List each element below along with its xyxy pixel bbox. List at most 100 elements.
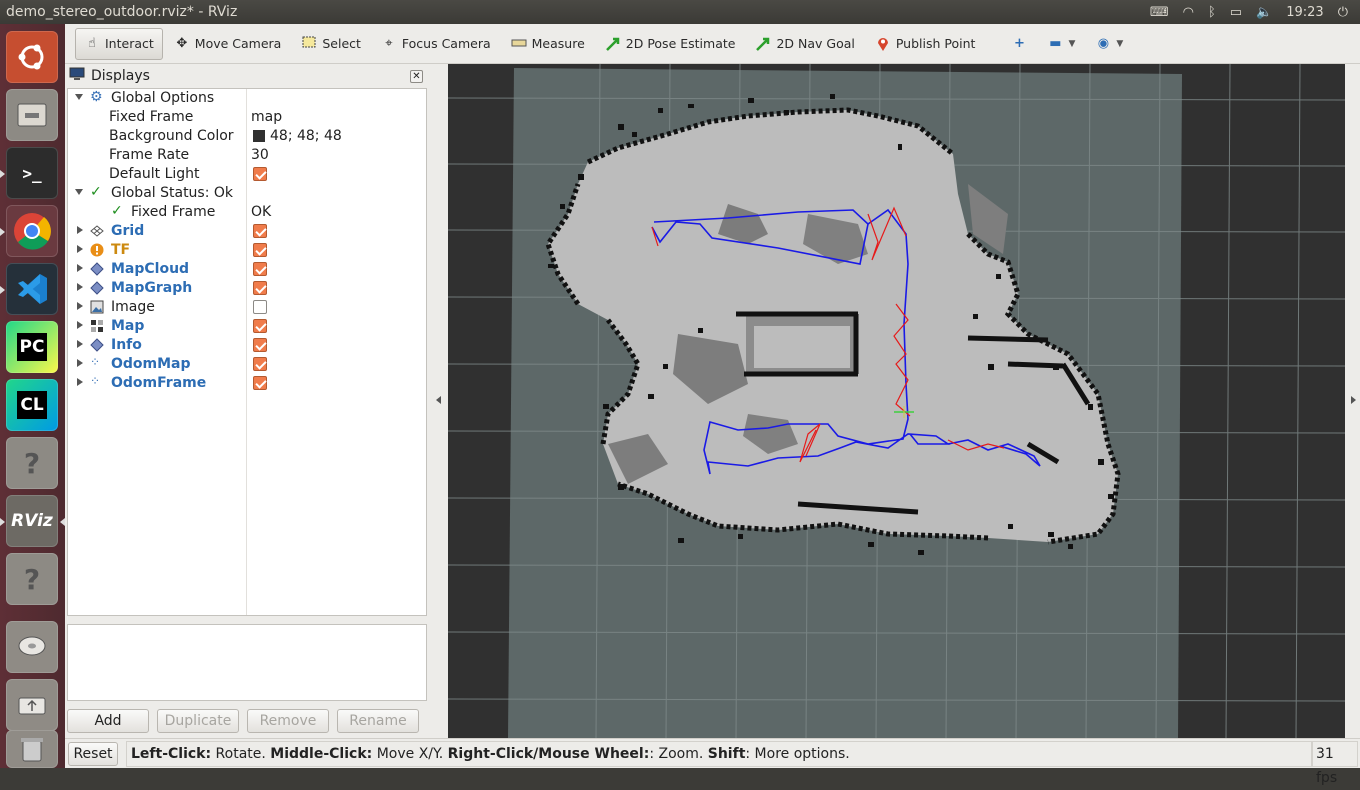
measure-tool[interactable]: Measure: [502, 28, 594, 60]
add-button[interactable]: Add: [67, 709, 149, 733]
volume-icon[interactable]: 🔈: [1256, 5, 1272, 20]
expand-arrow-icon[interactable]: [77, 245, 83, 253]
tree-row-mapgraph[interactable]: MapGraph: [68, 279, 426, 298]
focus-camera-tool[interactable]: ⌖ Focus Camera: [372, 28, 500, 60]
green-arrow-icon: [755, 36, 771, 52]
pose-estimate-tool[interactable]: 2D Pose Estimate: [596, 28, 745, 60]
panel-title: Displays: [91, 68, 150, 84]
close-icon[interactable]: ✕: [410, 69, 423, 83]
mapgraph-checkbox[interactable]: [253, 281, 267, 295]
info-checkbox[interactable]: [253, 338, 267, 352]
background-color-value[interactable]: 48; 48; 48: [270, 128, 342, 144]
tree-row-odomframe[interactable]: ⁘ OdomFrame: [68, 374, 426, 393]
tree-row-image[interactable]: Image: [68, 298, 426, 317]
reset-button[interactable]: Reset: [68, 741, 118, 766]
frame-rate-value[interactable]: 30: [251, 147, 269, 163]
add-tool-button[interactable]: +: [1002, 28, 1036, 60]
image-checkbox[interactable]: [253, 300, 267, 314]
move-camera-tool[interactable]: ✥ Move Camera: [165, 28, 291, 60]
tree-row-grid[interactable]: Grid: [68, 222, 426, 241]
tool-bar: ☝ Interact ✥ Move Camera Select ⌖ Focus Cam…: [65, 24, 1360, 64]
map-render: [448, 64, 1345, 738]
collapse-left-panel-icon[interactable]: [436, 396, 441, 404]
cube-icon: [90, 262, 104, 276]
tree-row-odommap[interactable]: ⁘ OdomMap: [68, 355, 426, 374]
rviz-icon[interactable]: RViz: [6, 495, 58, 547]
ubuntu-dash-icon[interactable]: [6, 31, 58, 83]
rename-button[interactable]: Rename: [337, 709, 419, 733]
property-description: [67, 624, 427, 701]
expand-arrow-icon[interactable]: [77, 359, 83, 367]
map-checkbox[interactable]: [253, 319, 267, 333]
tree-row-background-color[interactable]: Background Color 48; 48; 48: [68, 127, 426, 146]
terminal-icon[interactable]: >_: [6, 147, 58, 199]
bluetooth-icon[interactable]: ᛒ: [1208, 5, 1216, 20]
grid-checkbox[interactable]: [253, 224, 267, 238]
tree-row-map[interactable]: Map: [68, 317, 426, 336]
chevron-down-icon: ▼: [1116, 38, 1124, 49]
pycharm-icon[interactable]: PC: [6, 321, 58, 373]
unknown-app-2-icon[interactable]: ?: [6, 553, 58, 605]
duplicate-button[interactable]: Duplicate: [157, 709, 239, 733]
default-light-checkbox[interactable]: [253, 167, 267, 181]
view-options-button[interactable]: ◉ ▼: [1086, 28, 1132, 60]
fixed-frame-value[interactable]: map: [251, 109, 282, 125]
clion-icon[interactable]: CL: [6, 379, 58, 431]
expand-arrow-icon[interactable]: [77, 321, 83, 329]
tree-row-tf[interactable]: TF: [68, 241, 426, 260]
displays-buttons: Add Duplicate Remove Rename: [67, 709, 427, 735]
wifi-icon[interactable]: ◠: [1183, 5, 1194, 20]
interaction-hint: Left-Click: Rotate. Middle-Click: Move X…: [126, 740, 1312, 767]
chrome-icon[interactable]: [6, 205, 58, 257]
select-icon: [301, 36, 317, 52]
remove-tool-button[interactable]: ▬ ▼: [1038, 28, 1084, 60]
grid-icon: [90, 224, 104, 238]
cube-icon: [90, 281, 104, 295]
collapse-arrow-icon[interactable]: [75, 189, 83, 195]
tree-row-default-light[interactable]: Default Light: [68, 165, 426, 184]
tree-row-status-fixed-frame[interactable]: ✓ Fixed Frame OK: [68, 203, 426, 222]
window-title: demo_stereo_outdoor.rviz* - RViz: [6, 4, 238, 20]
nav-goal-tool[interactable]: 2D Nav Goal: [746, 28, 863, 60]
expand-arrow-icon[interactable]: [77, 226, 83, 234]
battery-icon[interactable]: ▭: [1230, 5, 1242, 20]
select-tool[interactable]: Select: [292, 28, 370, 60]
clock[interactable]: 19:23: [1286, 5, 1323, 20]
move-icon: ✥: [176, 35, 188, 51]
expand-arrow-icon[interactable]: [77, 302, 83, 310]
vscode-icon[interactable]: [6, 263, 58, 315]
publish-point-tool[interactable]: Publish Point: [866, 28, 985, 60]
odomframe-checkbox[interactable]: [253, 376, 267, 390]
trash-icon[interactable]: [6, 730, 58, 768]
render-viewport[interactable]: [448, 64, 1345, 738]
keyboard-icon[interactable]: ⌨: [1150, 5, 1169, 20]
minus-icon: ▬: [1049, 35, 1062, 51]
cube-icon: [90, 338, 104, 352]
tree-row-mapcloud[interactable]: MapCloud: [68, 260, 426, 279]
expand-arrow-icon[interactable]: [77, 340, 83, 348]
collapse-right-panel-icon[interactable]: [1351, 396, 1356, 404]
color-swatch[interactable]: [253, 130, 265, 142]
map-pin-icon: [875, 36, 891, 52]
tree-row-global-status[interactable]: ✓ Global Status: Ok: [68, 184, 426, 203]
monitor-icon: [69, 67, 85, 85]
remove-button[interactable]: Remove: [247, 709, 329, 733]
tree-row-info[interactable]: Info: [68, 336, 426, 355]
tree-row-frame-rate[interactable]: Frame Rate 30: [68, 146, 426, 165]
tree-row-fixed-frame[interactable]: Fixed Frame map: [68, 108, 426, 127]
power-icon[interactable]: ⏻: [1338, 5, 1348, 20]
files-icon[interactable]: [6, 89, 58, 141]
expand-arrow-icon[interactable]: [77, 378, 83, 386]
interact-tool[interactable]: ☝ Interact: [75, 27, 163, 60]
mapcloud-checkbox[interactable]: [253, 262, 267, 276]
odommap-checkbox[interactable]: [253, 357, 267, 371]
tf-checkbox[interactable]: [253, 243, 267, 257]
disk-icon[interactable]: [6, 621, 58, 673]
status-bar: Reset Left-Click: Rotate. Middle-Click: …: [65, 738, 1360, 786]
unknown-app-icon[interactable]: ?: [6, 437, 58, 489]
expand-arrow-icon[interactable]: [77, 264, 83, 272]
expand-arrow-icon[interactable]: [77, 283, 83, 291]
tree-row-global-options[interactable]: ⚙ Global Options: [68, 89, 426, 108]
collapse-arrow-icon[interactable]: [75, 94, 83, 100]
usb-drive-icon[interactable]: [6, 679, 58, 731]
